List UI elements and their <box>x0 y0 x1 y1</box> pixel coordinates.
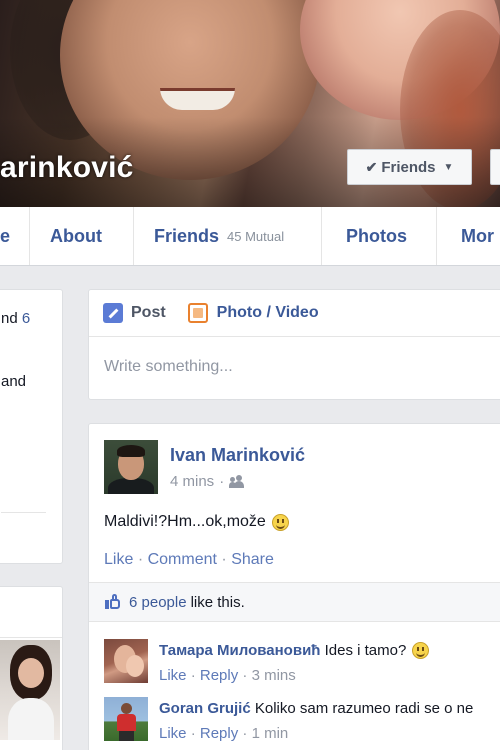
avatar-face <box>126 655 144 677</box>
like-thumb-icon <box>105 594 121 610</box>
composer-photo-tab[interactable]: Photo / Video <box>187 303 319 323</box>
post-composer: Post Photo / Video Write something... <box>88 289 500 400</box>
profile-name[interactable]: arinković <box>0 151 134 185</box>
likes-count-link[interactable]: 6 people <box>129 594 187 611</box>
commenter-name[interactable]: Тамара Миловановић <box>159 642 320 659</box>
avatar-body <box>108 478 154 494</box>
comment-reply-link[interactable]: Reply <box>200 667 238 684</box>
intro-card: nd 6 and <box>0 289 63 564</box>
friends-button-label: Friends <box>381 158 436 176</box>
intro-line-2: and <box>1 373 27 390</box>
comment-body: Goran Grujić Koliko sam razumeo radi se … <box>159 700 473 717</box>
photo-icon <box>187 303 208 323</box>
like-link[interactable]: Like <box>104 551 133 568</box>
avatar-hair <box>117 445 145 457</box>
action-separator: · <box>221 551 227 568</box>
composer-post-tab[interactable]: Post <box>103 303 166 323</box>
intro-line-1: nd 6 <box>1 310 30 327</box>
post-text: Maldivi!?Hm...ok,može <box>104 513 289 531</box>
comment-link[interactable]: Comment <box>148 551 217 568</box>
tab-more-label: Mor <box>461 225 494 246</box>
likes-summary: 6 people like this. <box>89 582 500 622</box>
composer-photo-label: Photo / Video <box>216 304 319 321</box>
message-button[interactable] <box>490 149 500 185</box>
caret-down-icon: ▼ <box>443 161 454 173</box>
smiley-icon <box>271 513 289 531</box>
commenter-avatar[interactable] <box>104 639 148 683</box>
post-actions: Like · Comment · Share <box>104 551 274 569</box>
avatar-head <box>121 703 132 714</box>
tab-friends-mutual-count: 45 Mutual <box>227 228 285 244</box>
post-author[interactable]: Ivan Marinković <box>170 445 305 466</box>
smiley-icon <box>412 642 430 659</box>
composer-post-label: Post <box>131 304 166 321</box>
profile-nav: e About Friends 45 Mutual Photos Mor <box>0 207 500 266</box>
tab-photos[interactable]: Photos <box>322 207 437 265</box>
intro-line-1-link[interactable]: 6 <box>22 310 30 327</box>
comment-separator: · <box>190 667 196 684</box>
checkmark-icon: ✔ <box>365 158 378 175</box>
tab-friends[interactable]: Friends 45 Mutual <box>134 207 322 265</box>
post-meta: 4 mins · <box>170 473 247 490</box>
share-link[interactable]: Share <box>231 551 274 568</box>
commenter-avatar[interactable] <box>104 697 148 741</box>
action-separator: · <box>137 551 144 568</box>
post-text-content: Maldivi!?Hm...ok,može <box>104 513 266 530</box>
comment-actions: Like · Reply · 3 mins <box>159 667 296 684</box>
meta-separator: · <box>219 473 225 490</box>
intro-divider <box>1 512 46 513</box>
tab-photos-label: Photos <box>346 225 407 246</box>
post-card: Ivan Marinković 4 mins · Maldivi!?Hm...o… <box>88 423 500 750</box>
friends-audience-icon[interactable] <box>229 474 247 489</box>
pencil-icon <box>103 303 123 323</box>
comment-separator: · <box>242 667 248 684</box>
intro-line-1-text: nd <box>1 310 18 327</box>
cover-photo-smile <box>160 88 235 110</box>
avatar-shirt <box>117 714 136 731</box>
likes-text: like this. <box>190 593 245 611</box>
comment-reply-link[interactable]: Reply <box>200 725 238 742</box>
friends-button[interactable]: ✔ Friends ▼ <box>347 149 472 185</box>
comment-separator: · <box>242 725 248 742</box>
comment-separator: · <box>190 725 196 742</box>
composer-tabs: Post Photo / Video <box>89 290 500 337</box>
tab-about[interactable]: About <box>30 207 134 265</box>
author-avatar[interactable] <box>104 440 158 494</box>
comment-time[interactable]: 3 mins <box>252 667 296 684</box>
photo-thumbnail-dress <box>8 698 54 740</box>
post-timestamp[interactable]: 4 mins <box>170 473 214 490</box>
comment-like-link[interactable]: Like <box>159 667 187 684</box>
composer-input[interactable]: Write something... <box>104 358 233 376</box>
tab-friends-label: Friends <box>154 225 220 246</box>
comment-text: Ides i tamo? <box>324 642 407 659</box>
comment-like-link[interactable]: Like <box>159 725 187 742</box>
comment-body: Тамара Миловановић Ides i tamo? <box>159 642 430 659</box>
comment-actions: Like · Reply · 1 min <box>159 725 288 742</box>
commenter-name[interactable]: Goran Grujić <box>159 700 251 717</box>
comment-text: Koliko sam razumeo radi se o ne <box>254 700 474 717</box>
tab-timeline-label: e <box>0 225 11 246</box>
tab-timeline[interactable]: e <box>0 207 30 265</box>
photo-thumbnail-face <box>18 658 44 688</box>
tab-more[interactable]: Mor <box>437 207 500 265</box>
photo-thumbnail[interactable] <box>0 640 60 740</box>
photos-card-divider <box>0 637 62 638</box>
comment-time[interactable]: 1 min <box>252 725 289 742</box>
avatar-legs <box>119 731 134 741</box>
tab-about-label: About <box>50 225 102 246</box>
